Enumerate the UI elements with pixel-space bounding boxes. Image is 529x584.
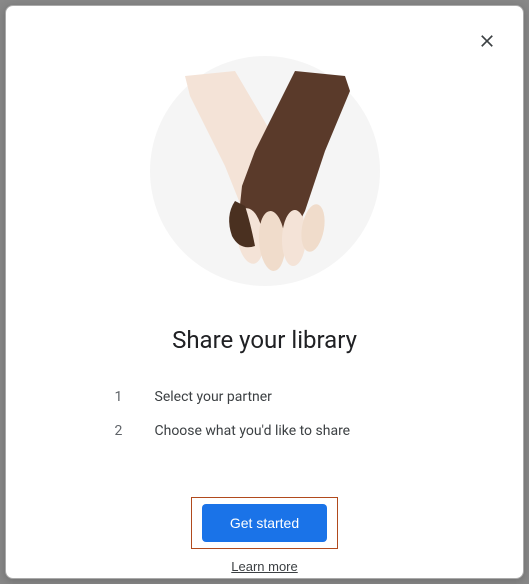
step-text: Choose what you'd like to share — [155, 423, 415, 439]
learn-more-link[interactable]: Learn more — [231, 559, 297, 574]
share-library-modal: Share your library 1 Select your partner… — [5, 5, 524, 579]
close-icon — [477, 31, 497, 54]
steps-list: 1 Select your partner 2 Choose what you'… — [115, 389, 415, 457]
step-number: 1 — [115, 389, 155, 405]
modal-title: Share your library — [172, 326, 357, 354]
primary-button-highlight: Get started — [191, 497, 338, 549]
step-item: 1 Select your partner — [115, 389, 415, 405]
step-text: Select your partner — [155, 389, 415, 405]
step-number: 2 — [115, 423, 155, 439]
hands-illustration — [150, 56, 380, 286]
close-button[interactable] — [475, 30, 499, 54]
get-started-button[interactable]: Get started — [202, 504, 327, 542]
step-item: 2 Choose what you'd like to share — [115, 423, 415, 439]
modal-content: Share your library 1 Select your partner… — [6, 6, 523, 574]
